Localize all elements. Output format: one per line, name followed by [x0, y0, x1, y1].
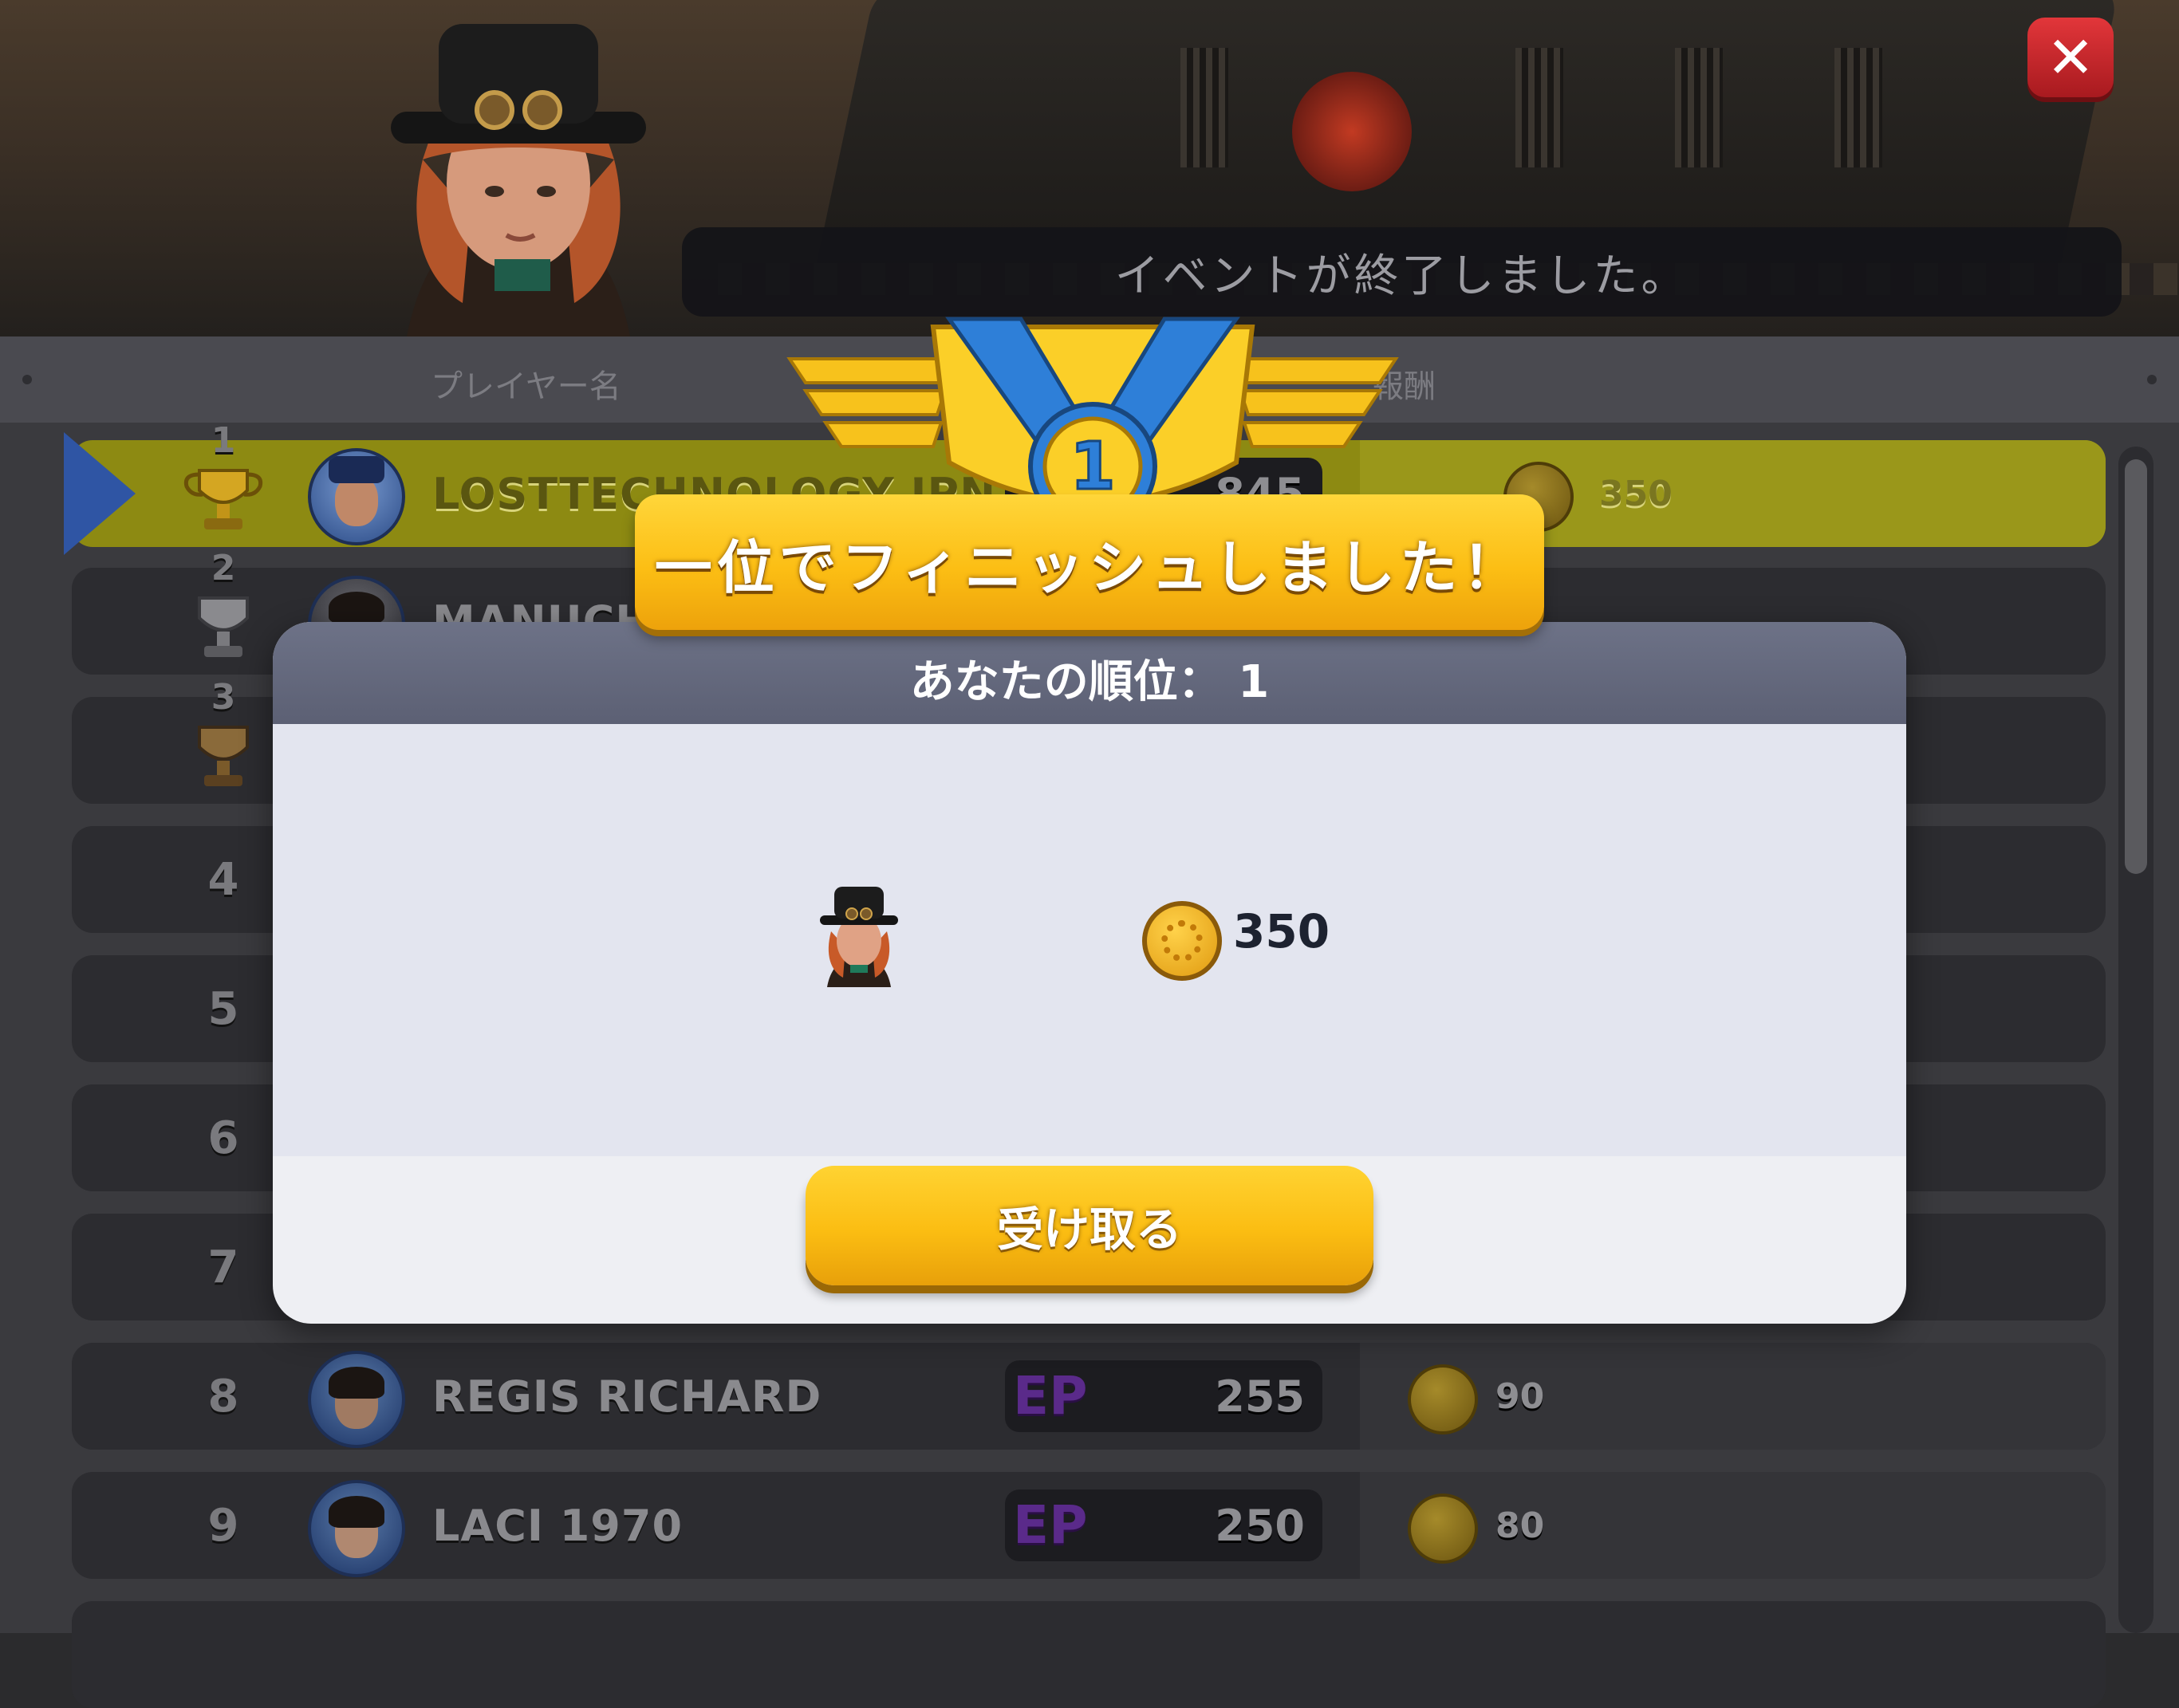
rank-number: 3 [211, 676, 236, 718]
character-reward-icon [820, 887, 898, 987]
train-headlight [1292, 72, 1412, 191]
rank-number: 1 [211, 419, 236, 461]
column-player-name: プレイヤー名 [431, 368, 621, 405]
reward-cell: 80 [1360, 1472, 2106, 1579]
player-name: LACI 1970 [432, 1500, 684, 1551]
reward-value: 90 [1495, 1375, 1545, 1417]
train-grill [1515, 48, 1563, 167]
gear-coin-icon [1408, 1494, 1478, 1564]
ep-icon: EP [1013, 1365, 1088, 1427]
avatar [308, 448, 405, 545]
your-rank-value: 1 [1238, 656, 1270, 708]
ep-value: 250 [1215, 1501, 1305, 1551]
train-grill [1834, 48, 1882, 167]
medal-rank-number: 1 [1070, 429, 1115, 505]
rank-number: 4 [207, 853, 239, 906]
reward-amount: 350 [1233, 904, 1330, 958]
rank-number: 5 [207, 982, 239, 1035]
ep-value: 255 [1215, 1372, 1305, 1422]
train-grill [1675, 48, 1723, 167]
table-row[interactable]: 8 REGIS RICHARD EP 255 90 [72, 1343, 2106, 1450]
gear-coin-icon [1408, 1364, 1478, 1434]
header-dot [22, 375, 32, 384]
reward-cell: 90 [1360, 1343, 2106, 1450]
finish-result-banner: 一位でフィニッシュしました！ [635, 494, 1544, 630]
ep-score-bar: EP 255 [1005, 1360, 1322, 1432]
rank-number: 6 [207, 1112, 239, 1164]
rank-number: 2 [211, 547, 236, 588]
your-rank-line: あなたの順位： 1 [273, 646, 1906, 710]
scrollbar-thumb[interactable] [2125, 459, 2147, 874]
player-name: REGIS RICHARD [432, 1371, 822, 1422]
table-row[interactable] [72, 1601, 2106, 1708]
avatar [308, 1480, 405, 1577]
reward-value: 80 [1495, 1505, 1545, 1546]
claim-button[interactable]: 受け取る [806, 1166, 1373, 1285]
header-dot [2147, 375, 2157, 384]
rank-number: 8 [207, 1370, 239, 1423]
rank-number: 9 [207, 1499, 239, 1552]
current-player-pointer [64, 432, 136, 555]
event-character-portrait [391, 24, 646, 336]
modal-header: あなたの順位： 1 [273, 622, 1906, 724]
reward-area: 350 [273, 724, 1906, 1156]
train-grill [1180, 48, 1228, 167]
ep-icon: EP [1013, 1494, 1088, 1556]
your-rank-label: あなたの順位： [909, 656, 1223, 708]
close-button[interactable]: ✕ [2027, 18, 2114, 97]
table-row[interactable]: 9 LACI 1970 EP 250 80 [72, 1472, 2106, 1579]
avatar [308, 1351, 405, 1448]
event-header-scene: イベントが終了しました。 [0, 0, 2179, 336]
gear-coin-icon [1142, 901, 1222, 981]
leaderboard-scrollbar[interactable] [2118, 447, 2153, 1633]
reward-value: 350 [1599, 473, 1673, 514]
close-icon: ✕ [2046, 24, 2095, 91]
results-modal: あなたの順位： 1 350 受け取る [273, 622, 1906, 1324]
ep-score-bar: EP 250 [1005, 1490, 1322, 1561]
rank-number: 7 [207, 1241, 239, 1293]
